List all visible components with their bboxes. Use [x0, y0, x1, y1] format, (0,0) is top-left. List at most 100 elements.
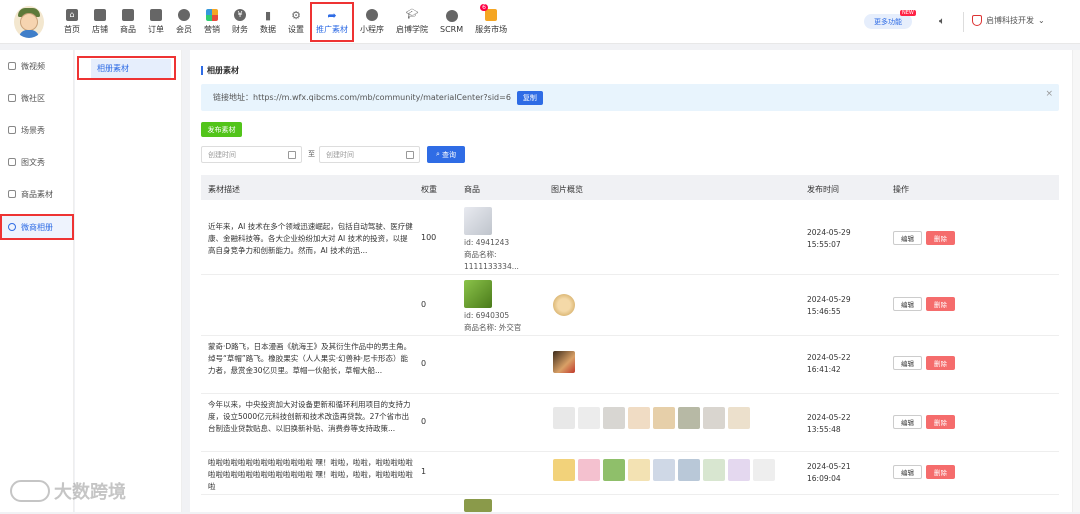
share-arrow-icon: ➦: [327, 8, 337, 22]
nav-miniapp[interactable]: 小程序: [354, 0, 390, 44]
goods-thumbnail[interactable]: [464, 499, 492, 512]
table-row: 0 id: 6940305 商品名称: 外交官 2024-05-29 15:46:…: [201, 276, 1059, 336]
nav-promo-material[interactable]: ➦ 推广素材: [310, 2, 354, 42]
nav-finance[interactable]: ¥ 财务: [226, 0, 254, 44]
calendar-icon: [288, 151, 296, 159]
miniapp-icon: [366, 9, 378, 21]
delete-button[interactable]: 删除: [926, 231, 955, 245]
edit-button[interactable]: 编辑: [893, 356, 922, 370]
shop-icon: [94, 9, 106, 21]
sidebar-item-album-material[interactable]: 相册素材: [77, 56, 176, 80]
divider: [963, 12, 964, 32]
nav-order[interactable]: 订单: [142, 0, 170, 44]
member-icon: [178, 9, 190, 21]
goods-icon: [122, 9, 134, 21]
watermark: 大数跨境: [10, 478, 126, 504]
gear-icon: ⚙: [291, 8, 301, 22]
image-preview[interactable]: [578, 407, 600, 429]
nav-shop[interactable]: 店铺: [86, 0, 114, 44]
nav-goods[interactable]: 商品: [114, 0, 142, 44]
sidebar-item-graphic-show[interactable]: 图文秀: [0, 152, 74, 172]
col-desc: 素材描述: [208, 185, 240, 194]
col-goods: 商品: [464, 185, 480, 194]
sidebar-item-scene-show[interactable]: 场景秀: [0, 120, 74, 140]
image-preview[interactable]: [653, 407, 675, 429]
market-icon: [485, 9, 498, 21]
col-ops: 操作: [893, 185, 909, 194]
company-switcher[interactable]: 启博科技开发 ⌄: [972, 15, 1045, 26]
shield-icon: [972, 15, 982, 26]
order-icon: [150, 9, 162, 21]
image-preview[interactable]: [603, 459, 625, 481]
image-preview[interactable]: [678, 407, 700, 429]
album-icon: [8, 223, 16, 231]
sidebar-item-album[interactable]: 微商相册: [0, 214, 74, 240]
table-row: 近年来，AI 技术在多个领域迅速崛起，包括自动驾驶、医疗健康、金融科技等。各大企…: [201, 201, 1059, 275]
edit-button[interactable]: 编辑: [893, 297, 922, 311]
nav-settings[interactable]: ⚙ 设置: [282, 0, 310, 44]
main-content: 相册素材 链接地址：https://m.wfx.qibcms.com/mb/co…: [190, 50, 1072, 512]
image-preview[interactable]: [603, 407, 625, 429]
table-row: [201, 496, 1059, 512]
image-preview[interactable]: [628, 459, 650, 481]
table-row: 啦啦啦啦啦啦啦啦啦啦啦啦啦啦 嘿！啦啦，啦啦，啦啦啦啦啦 啦啦啦啦啦啦啦啦啦啦啦…: [201, 453, 1059, 495]
edit-button[interactable]: 编辑: [893, 231, 922, 245]
delete-button[interactable]: 删除: [926, 356, 955, 370]
goods-thumbnail[interactable]: [464, 280, 492, 308]
primary-sidebar: 微视频 微社区 场景秀 图文秀 商品素材 微商相册: [0, 50, 74, 512]
image-preview[interactable]: [553, 459, 575, 481]
close-icon[interactable]: ×: [1045, 89, 1053, 99]
delete-button[interactable]: 删除: [926, 297, 955, 311]
image-preview[interactable]: [753, 459, 775, 481]
page-title: 相册素材: [201, 66, 239, 75]
col-images: 图片概览: [551, 185, 583, 194]
image-preview[interactable]: [728, 459, 750, 481]
scrm-icon: [445, 10, 458, 22]
user-avatar-logo[interactable]: [14, 6, 44, 38]
new-tag: NEW: [900, 10, 916, 16]
nav-academy[interactable]: 🎓︎ 启博学院: [390, 0, 434, 44]
delete-button[interactable]: 删除: [926, 415, 955, 429]
nav-marketing[interactable]: 营销: [198, 0, 226, 44]
calendar-icon: [406, 151, 414, 159]
academy-icon: 🎓︎: [405, 9, 419, 20]
video-icon: [8, 62, 16, 70]
search-button[interactable]: ⌕ 查询: [427, 146, 465, 163]
nav-data[interactable]: ▮ 数据: [254, 0, 282, 44]
image-preview[interactable]: [728, 407, 750, 429]
col-time: 发布时间: [807, 185, 839, 194]
search-icon: ⌕: [436, 150, 440, 158]
image-preview[interactable]: [703, 407, 725, 429]
scrollbar[interactable]: [1072, 50, 1080, 512]
delete-button[interactable]: 删除: [926, 465, 955, 479]
edit-button[interactable]: 编辑: [893, 415, 922, 429]
sidebar-item-goods-material[interactable]: 商品素材: [0, 184, 74, 204]
image-preview[interactable]: [703, 459, 725, 481]
image-preview[interactable]: [578, 459, 600, 481]
date-end-input[interactable]: 创建时间: [319, 146, 420, 163]
image-preview[interactable]: [678, 459, 700, 481]
table-row: 今年以来，中央投资加大对设备更新和循环利用项目的支持力度，设立5000亿元科技创…: [201, 395, 1059, 452]
edit-button[interactable]: 编辑: [893, 465, 922, 479]
sidebar-item-micro-video[interactable]: 微视频: [0, 56, 74, 76]
image-preview[interactable]: [628, 407, 650, 429]
copy-button[interactable]: 复制: [516, 90, 543, 105]
more-features-button[interactable]: 更多功能: [864, 14, 912, 29]
nav-service-market[interactable]: 6 服务市场: [469, 0, 513, 44]
nav-member[interactable]: 会员: [170, 0, 198, 44]
goods-thumbnail[interactable]: [464, 207, 492, 235]
data-icon: ▮: [264, 8, 272, 22]
speaker-icon[interactable]: 🔈︎: [939, 16, 951, 28]
chevron-down-icon: ⌄: [1038, 16, 1045, 25]
image-preview[interactable]: [653, 459, 675, 481]
date-range-separator: 至: [308, 150, 315, 158]
image-preview[interactable]: [553, 351, 575, 373]
sidebar-item-community[interactable]: 微社区: [0, 88, 74, 108]
secondary-sidebar: 相册素材: [75, 50, 182, 512]
publish-material-button[interactable]: 发布素材: [201, 122, 242, 137]
image-preview[interactable]: [553, 294, 575, 316]
nav-home[interactable]: ⌂ 首页: [58, 0, 86, 44]
date-start-input[interactable]: 创建时间: [201, 146, 302, 163]
image-preview[interactable]: [553, 407, 575, 429]
nav-scrm[interactable]: SCRM: [434, 0, 469, 44]
